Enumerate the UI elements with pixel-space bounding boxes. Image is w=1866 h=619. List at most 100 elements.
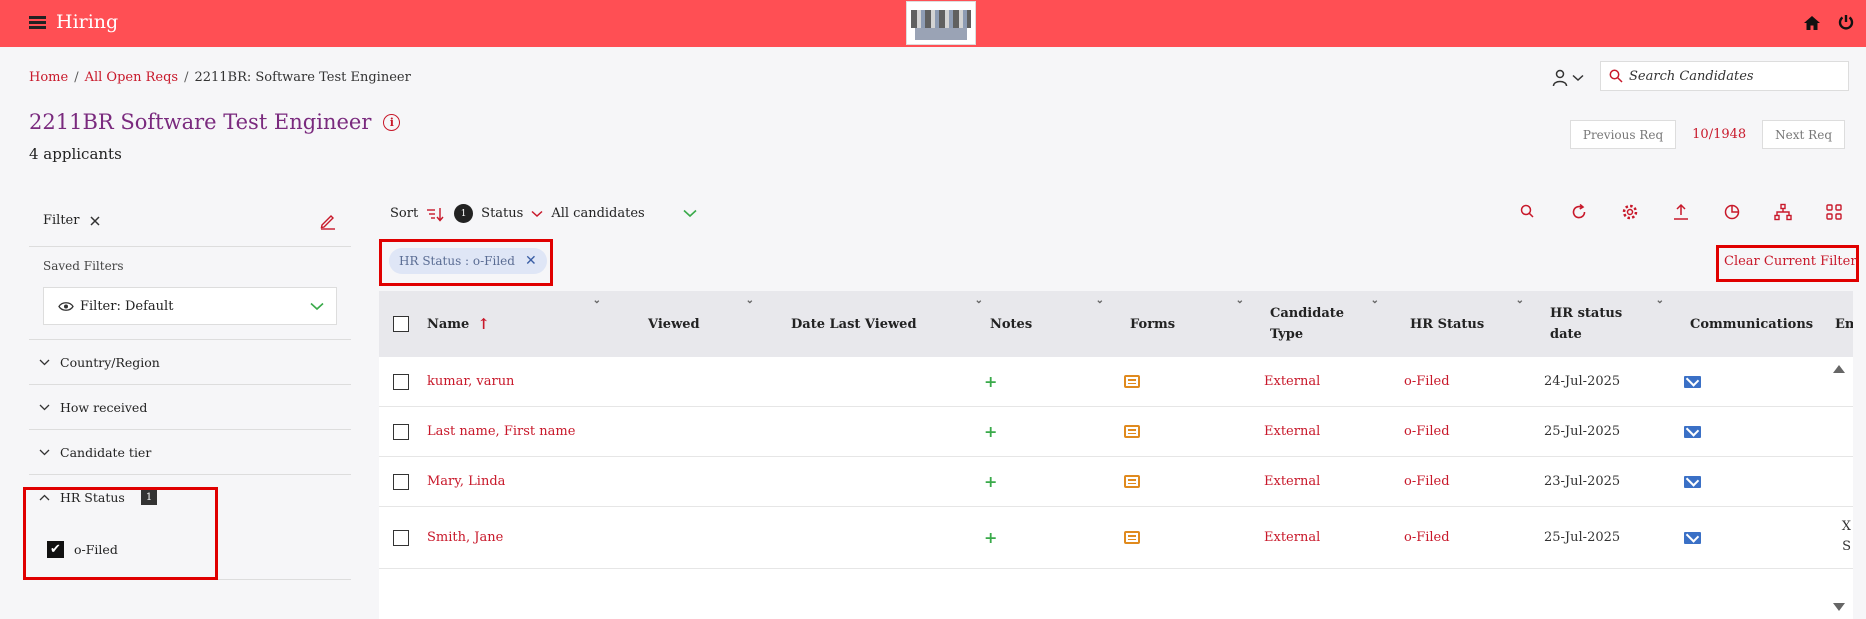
home-icon[interactable] xyxy=(1802,13,1822,33)
results-toolbar: Sort 1 Status All candidates xyxy=(390,204,697,223)
row-checkbox-cell xyxy=(393,357,409,406)
column-menu-icon[interactable]: ⌄ xyxy=(1371,295,1379,306)
facet-country-region[interactable]: Country/Region xyxy=(29,340,351,385)
row-checkbox[interactable] xyxy=(393,373,409,390)
breadcrumb-open-reqs[interactable]: All Open Reqs xyxy=(85,70,179,85)
column-menu-icon[interactable]: ⌄ xyxy=(1236,295,1244,306)
facet-how-received[interactable]: How received xyxy=(29,385,351,430)
column-notes[interactable]: Notes ⌄ xyxy=(990,291,1110,357)
breadcrumb-home[interactable]: Home xyxy=(29,70,68,85)
column-hr-status-date-label: HR status date xyxy=(1550,306,1623,342)
sort-descending-icon[interactable] xyxy=(426,206,446,222)
table-row[interactable]: Smith, Jane + External o-Filed 25-Jul-20… xyxy=(379,507,1853,569)
upload-icon[interactable] xyxy=(1671,202,1691,222)
column-hr-status-date[interactable]: HR status date ⌄ xyxy=(1550,291,1670,357)
candidate-type: External xyxy=(1264,474,1321,489)
column-menu-icon[interactable]: ⌄ xyxy=(746,295,754,306)
previous-req-button[interactable]: Previous Req xyxy=(1569,120,1677,149)
active-filter-chip[interactable]: HR Status : o-Filed ✕ xyxy=(389,248,547,274)
email-icon[interactable] xyxy=(1684,407,1701,456)
facet-candidate-tier[interactable]: Candidate tier xyxy=(29,430,351,475)
chevron-down-icon[interactable] xyxy=(683,209,697,218)
column-hr-status[interactable]: HR Status ⌄ xyxy=(1410,291,1530,357)
column-viewed[interactable]: Viewed ⌄ xyxy=(648,291,760,357)
forms-icon[interactable] xyxy=(1124,457,1140,506)
hr-status-value[interactable]: o-Filed xyxy=(1404,357,1450,406)
gear-icon[interactable] xyxy=(1620,202,1640,222)
status-dropdown-label[interactable]: Status xyxy=(481,206,523,221)
company-logo xyxy=(906,1,976,45)
candidate-grid: Name ↑ ⌄ Viewed ⌄ Date Last Viewed ⌄ Not… xyxy=(379,291,1853,619)
row-checkbox[interactable] xyxy=(393,529,409,546)
edit-filter-icon[interactable] xyxy=(319,212,337,230)
column-menu-icon[interactable]: ⌄ xyxy=(1656,295,1664,306)
chevron-down-icon[interactable] xyxy=(531,210,543,218)
candidate-name-link[interactable]: Mary, Linda xyxy=(427,457,505,506)
clear-current-filter-link[interactable]: Clear Current Filter xyxy=(1724,254,1857,269)
hr-status-value[interactable]: o-Filed xyxy=(1404,507,1450,568)
candidate-type: External xyxy=(1264,424,1321,439)
table-row[interactable]: Mary, Linda + External o-Filed 23-Jul-20… xyxy=(379,457,1853,507)
column-menu-icon[interactable]: ⌄ xyxy=(1516,295,1524,306)
info-icon[interactable]: i xyxy=(383,113,401,131)
column-name[interactable]: Name ↑ ⌄ xyxy=(427,291,607,357)
select-all-checkbox[interactable] xyxy=(393,316,409,332)
search-input[interactable] xyxy=(1629,68,1829,84)
candidate-name-link[interactable]: Smith, Jane xyxy=(427,507,503,568)
add-note-icon[interactable]: + xyxy=(984,407,997,456)
chevron-down-icon xyxy=(39,404,50,410)
column-candidate-type[interactable]: Candidate Type ⌄ xyxy=(1270,291,1385,357)
hr-status-value[interactable]: o-Filed xyxy=(1404,407,1450,456)
hr-status-date: 25-Jul-2025 xyxy=(1544,424,1621,439)
forms-icon[interactable] xyxy=(1124,357,1140,406)
sort-button[interactable]: Sort xyxy=(390,206,418,221)
add-note-icon[interactable]: + xyxy=(984,357,997,406)
column-menu-icon[interactable]: ⌄ xyxy=(1096,295,1104,306)
table-row[interactable]: Last name, First name + External o-Filed… xyxy=(379,407,1853,457)
hierarchy-icon[interactable] xyxy=(1773,202,1793,222)
column-communications[interactable]: Communications xyxy=(1690,291,1835,357)
hr-status-value[interactable]: o-Filed xyxy=(1404,457,1450,506)
grid-view-icon[interactable] xyxy=(1824,202,1844,222)
candidate-scope-dropdown[interactable]: All candidates xyxy=(551,206,644,221)
saved-filters-label: Saved Filters xyxy=(43,259,124,273)
email-icon[interactable] xyxy=(1684,357,1701,406)
column-menu-icon[interactable]: ⌄ xyxy=(593,295,601,306)
search-candidates-box[interactable] xyxy=(1600,61,1849,91)
hamburger-icon[interactable] xyxy=(29,15,46,29)
email-icon[interactable] xyxy=(1684,507,1701,568)
column-menu-icon[interactable]: ⌄ xyxy=(975,295,983,306)
close-filter-icon[interactable] xyxy=(89,215,101,227)
add-note-icon[interactable]: + xyxy=(984,507,997,568)
filter-header: Filter xyxy=(29,195,351,247)
pie-chart-icon[interactable] xyxy=(1722,202,1742,222)
search-icon[interactable] xyxy=(1518,202,1538,222)
row-checkbox[interactable] xyxy=(393,473,409,490)
refresh-icon[interactable] xyxy=(1569,202,1589,222)
candidate-name-link[interactable]: Last name, First name xyxy=(427,407,575,456)
column-date-last-viewed[interactable]: Date Last Viewed ⌄ xyxy=(791,291,989,357)
forms-icon[interactable] xyxy=(1124,507,1140,568)
scroll-up-arrow[interactable] xyxy=(1833,365,1845,373)
top-bar: Hiring xyxy=(0,0,1866,47)
email-icon[interactable] xyxy=(1684,457,1701,506)
scroll-down-arrow[interactable] xyxy=(1833,603,1845,611)
remove-filter-icon[interactable]: ✕ xyxy=(525,253,537,269)
row-checkbox[interactable] xyxy=(393,423,409,440)
req-navigation: Previous Req 10/1948 Next Req xyxy=(1569,120,1845,149)
column-viewed-label: Viewed xyxy=(648,316,700,332)
saved-filter-dropdown[interactable]: Filter: Default xyxy=(43,287,337,325)
table-row[interactable]: kumar, varun + External o-Filed 24-Jul-2… xyxy=(379,357,1853,407)
app-menu[interactable]: Hiring xyxy=(29,11,118,33)
forms-icon[interactable] xyxy=(1124,407,1140,456)
sort-ascending-icon[interactable]: ↑ xyxy=(477,315,490,333)
user-menu[interactable] xyxy=(1552,68,1584,88)
status-filter-count[interactable]: 1 xyxy=(454,204,474,223)
column-extra[interactable]: Emp xyxy=(1835,291,1853,357)
candidate-name-link[interactable]: kumar, varun xyxy=(427,357,514,406)
status-filter-count-label: 1 xyxy=(460,208,467,219)
column-forms[interactable]: Forms ⌄ xyxy=(1130,291,1250,357)
power-icon[interactable] xyxy=(1836,12,1856,32)
add-note-icon[interactable]: + xyxy=(984,457,997,506)
next-req-button[interactable]: Next Req xyxy=(1762,120,1845,149)
